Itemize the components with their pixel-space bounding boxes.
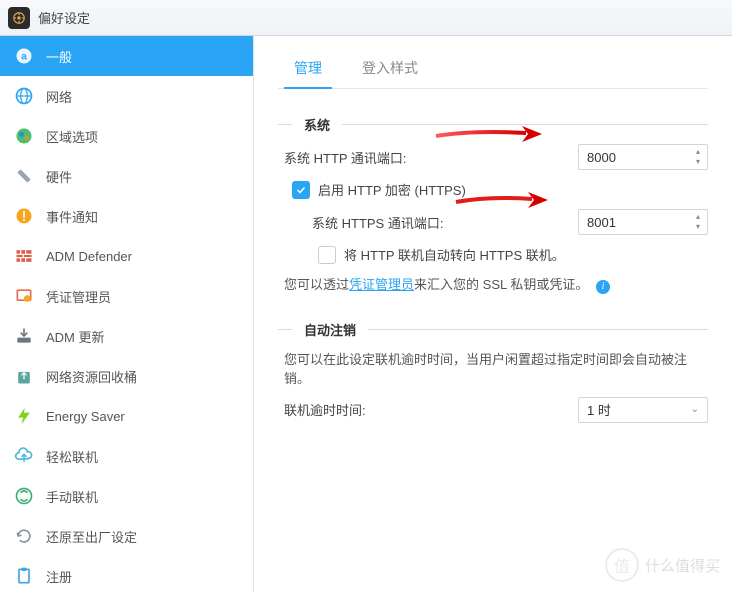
- window-title: 偏好设定: [38, 8, 90, 27]
- sidebar-item-update[interactable]: ADM 更新: [0, 316, 253, 356]
- logout-section: 自动注销 您可以在此设定联机逾时时间，当用户闲置超过指定时间即会自动被注销。 联…: [278, 316, 708, 423]
- sidebar-item-register[interactable]: 注册: [0, 556, 253, 592]
- certificate-icon: [14, 286, 34, 306]
- tabs: 管理 登入样式: [278, 50, 708, 89]
- energy-icon: [14, 406, 34, 426]
- http-port-input[interactable]: ▴▾: [578, 144, 708, 170]
- https-port-label: 系统 HTTPS 通讯端口:: [312, 213, 472, 232]
- enable-https-checkbox[interactable]: [292, 181, 310, 199]
- sidebar-item-recycle[interactable]: 网络资源回收桶: [0, 356, 253, 396]
- sidebar-item-manual[interactable]: 手动联机: [0, 476, 253, 516]
- enable-https-label: 启用 HTTP 加密 (HTTPS): [318, 180, 466, 199]
- sidebar-item-label: 硬件: [46, 167, 72, 186]
- sidebar-item-label: 注册: [46, 567, 72, 586]
- info-icon[interactable]: i: [596, 280, 610, 294]
- sidebar: a 一般 网络 区域选项 硬件 事件通知 ADM Defender 凭证管理员: [0, 36, 254, 592]
- region-icon: [14, 126, 34, 146]
- app-icon: [8, 7, 30, 29]
- timeout-select[interactable]: 1 时 ⌄: [578, 397, 708, 423]
- redirect-checkbox[interactable]: [318, 246, 336, 264]
- redirect-label: 将 HTTP 联机自动转向 HTTPS 联机。: [344, 245, 565, 264]
- sidebar-item-label: 一般: [46, 47, 72, 66]
- https-port-spinners[interactable]: ▴▾: [691, 211, 705, 233]
- watermark-icon: 值: [605, 548, 639, 582]
- logout-hint: 您可以在此设定联机逾时时间，当用户闲置超过指定时间即会自动被注销。: [284, 349, 708, 387]
- sidebar-item-label: Energy Saver: [46, 409, 125, 424]
- reset-icon: [14, 526, 34, 546]
- system-section: 系统 系统 HTTP 通讯端口: ▴▾ 启用 HTTP 加密 (HTTPS) 系…: [278, 111, 708, 294]
- tab-manage[interactable]: 管理: [290, 50, 326, 88]
- timeout-label: 联机逾时时间:: [284, 400, 464, 419]
- http-port-spinners[interactable]: ▴▾: [691, 146, 705, 168]
- http-port-value[interactable]: [579, 150, 707, 165]
- sidebar-item-label: ADM 更新: [46, 327, 105, 346]
- general-icon: a: [14, 46, 34, 66]
- sidebar-item-cert[interactable]: 凭证管理员: [0, 276, 253, 316]
- sidebar-item-label: 事件通知: [46, 207, 98, 226]
- watermark: 值 什么值得买: [605, 548, 720, 582]
- sidebar-item-label: ADM Defender: [46, 249, 132, 264]
- cert-manager-link[interactable]: 凭证管理员: [349, 277, 414, 292]
- sidebar-item-label: 凭证管理员: [46, 287, 111, 306]
- sidebar-item-ezconnect[interactable]: 轻松联机: [0, 436, 253, 476]
- recycle-icon: [14, 366, 34, 386]
- hardware-icon: [14, 166, 34, 186]
- tab-login-style[interactable]: 登入样式: [358, 50, 422, 88]
- manual-connect-icon: [14, 486, 34, 506]
- sidebar-item-label: 网络: [46, 87, 72, 106]
- ssl-hint: 您可以透过凭证管理员来汇入您的 SSL 私钥或凭证。 i: [284, 274, 708, 294]
- titlebar: 偏好设定: [0, 0, 732, 36]
- sidebar-item-defender[interactable]: ADM Defender: [0, 236, 253, 276]
- sidebar-item-label: 网络资源回收桶: [46, 367, 137, 386]
- sidebar-item-region[interactable]: 区域选项: [0, 116, 253, 156]
- sidebar-item-label: 轻松联机: [46, 447, 98, 466]
- sidebar-item-notify[interactable]: 事件通知: [0, 196, 253, 236]
- timeout-value: 1 时: [587, 400, 611, 419]
- svg-text:a: a: [21, 51, 27, 62]
- sidebar-item-label: 手动联机: [46, 487, 98, 506]
- logout-legend: 自动注销: [298, 320, 362, 339]
- cloud-icon: [14, 446, 34, 466]
- firewall-icon: [14, 246, 34, 266]
- globe-icon: [14, 86, 34, 106]
- system-legend: 系统: [298, 115, 336, 134]
- http-port-label: 系统 HTTP 通讯端口:: [284, 148, 464, 167]
- watermark-text: 什么值得买: [645, 555, 720, 576]
- update-icon: [14, 326, 34, 346]
- sidebar-item-label: 还原至出厂设定: [46, 527, 137, 546]
- https-port-input[interactable]: ▴▾: [578, 209, 708, 235]
- content-panel: 管理 登入样式 系统 系统 HTTP 通讯端口: ▴▾: [254, 36, 732, 592]
- alert-icon: [14, 206, 34, 226]
- sidebar-item-label: 区域选项: [46, 127, 98, 146]
- clipboard-icon: [14, 566, 34, 586]
- sidebar-item-network[interactable]: 网络: [0, 76, 253, 116]
- https-port-value[interactable]: [579, 215, 707, 230]
- sidebar-item-factory[interactable]: 还原至出厂设定: [0, 516, 253, 556]
- sidebar-item-hardware[interactable]: 硬件: [0, 156, 253, 196]
- sidebar-item-general[interactable]: a 一般: [0, 36, 253, 76]
- chevron-down-icon: ⌄: [691, 404, 699, 415]
- sidebar-item-energy[interactable]: Energy Saver: [0, 396, 253, 436]
